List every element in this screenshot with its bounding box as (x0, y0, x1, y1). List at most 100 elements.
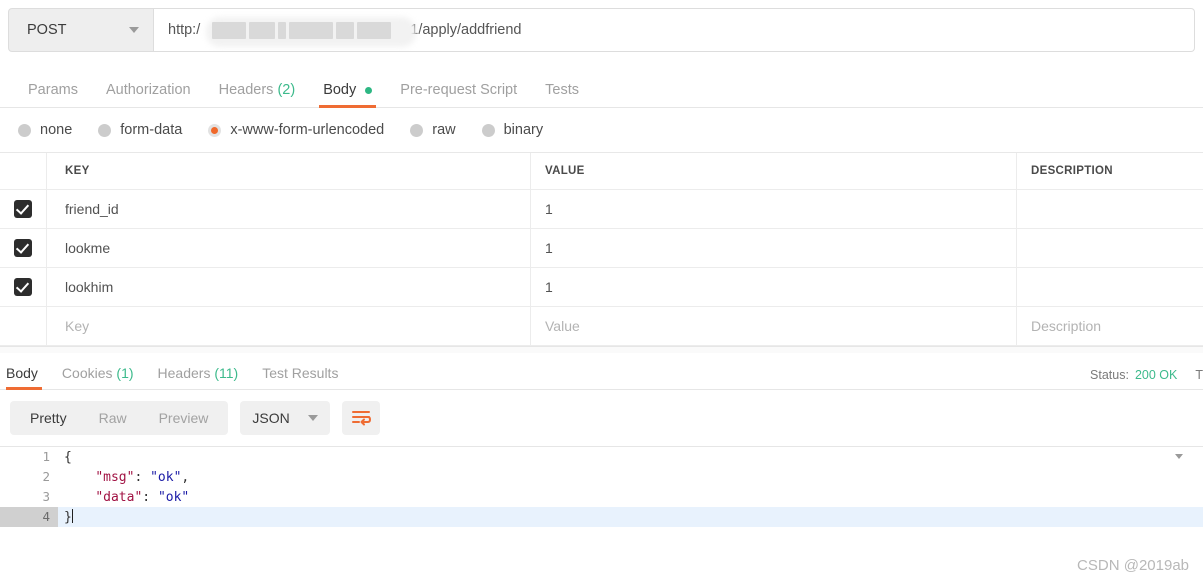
radio-form-data[interactable]: form-data (98, 122, 182, 138)
header-value-label: VALUE (545, 165, 585, 177)
tab-params[interactable]: Params (14, 82, 92, 107)
response-format-toolbar: Pretty Raw Preview JSON (0, 390, 1203, 446)
http-method-select[interactable]: POST (8, 8, 154, 52)
new-key-input[interactable]: Key (47, 307, 531, 345)
radio-raw[interactable]: raw (410, 122, 456, 138)
tab-headers[interactable]: Headers (2) (205, 82, 310, 107)
fold-toggle-icon[interactable] (1175, 454, 1183, 459)
code-line: 2 "msg": "ok", (0, 467, 1203, 487)
response-format-label: JSON (252, 410, 290, 426)
response-tab-body[interactable]: Body (0, 365, 50, 390)
header-description-cell: DESCRIPTION (1017, 153, 1203, 189)
header-value-cell: VALUE (531, 153, 1017, 189)
line-number: 1 (42, 449, 50, 464)
pane-divider[interactable] (0, 346, 1203, 353)
tab-body[interactable]: Body (309, 82, 386, 108)
radio-x-www-form-urlencoded[interactable]: x-www-form-urlencoded (208, 122, 384, 138)
row-value-cell[interactable]: 1 (531, 268, 1017, 306)
response-body-code[interactable]: 1 { 2 "msg": "ok", 3 "data": "ok" 4 } (0, 446, 1203, 555)
code-line: 3 "data": "ok" (0, 487, 1203, 507)
response-tab-cookies[interactable]: Cookies (1) (50, 365, 146, 389)
response-tabs: Body Cookies (1) Headers (11) Test Resul… (0, 353, 1203, 390)
tab-body-label: Body (323, 82, 357, 98)
url-bar: POST http:/ 1/apply/addfriend (8, 8, 1195, 52)
row-checkbox-cell (0, 268, 47, 306)
new-key-placeholder: Key (65, 318, 90, 334)
line-number: 2 (42, 469, 50, 484)
radio-raw-icon (410, 123, 424, 137)
row-value-text: 1 (545, 279, 553, 295)
row-key-text: friend_id (65, 201, 119, 217)
code-line: 1 { (0, 447, 1203, 467)
radio-binary-icon (481, 123, 495, 137)
body-params-table: KEY VALUE DESCRIPTION friend_id 1 lookme (0, 152, 1203, 346)
word-wrap-icon (352, 411, 372, 426)
radio-raw-label: raw (432, 122, 456, 138)
row-checkbox-checked-icon[interactable] (14, 278, 32, 296)
header-key-cell: KEY (47, 153, 531, 189)
response-tab-body-label: Body (6, 365, 38, 381)
response-tab-cookies-label: Cookies (61, 365, 113, 381)
line-number: 3 (42, 489, 50, 504)
tab-authorization-label: Authorization (105, 82, 191, 98)
view-mode-pretty[interactable]: Pretty (14, 401, 83, 435)
row-key-cell[interactable]: lookhim (47, 268, 531, 306)
code-line-text: "data": "ok" (95, 489, 190, 505)
http-method-label: POST (27, 22, 67, 38)
response-status-group: Status: 200 OK T (1090, 368, 1203, 382)
tab-headers-count: (2) (277, 82, 296, 98)
row-value-cell[interactable]: 1 (531, 190, 1017, 228)
tab-headers-label: Headers (218, 82, 274, 98)
row-key-cell[interactable]: lookme (47, 229, 531, 267)
code-line-active: 4 } (0, 507, 1203, 527)
row-checkbox-cell (0, 190, 47, 228)
row-description-cell[interactable] (1017, 268, 1203, 306)
response-tab-headers[interactable]: Headers (11) (146, 365, 251, 389)
new-value-input[interactable]: Value (531, 307, 1017, 345)
radio-form-data-label: form-data (120, 122, 183, 138)
row-value-cell[interactable]: 1 (531, 229, 1017, 267)
body-type-radio-group: none form-data x-www-form-urlencoded raw… (0, 108, 1203, 152)
row-key-cell[interactable]: friend_id (47, 190, 531, 228)
line-number: 4 (0, 507, 58, 527)
tab-tests[interactable]: Tests (531, 82, 593, 107)
time-label: T (1195, 368, 1203, 382)
view-mode-raw[interactable]: Raw (83, 401, 143, 435)
new-value-placeholder: Value (545, 318, 580, 334)
table-row: lookme 1 (0, 229, 1203, 268)
view-mode-preview[interactable]: Preview (143, 401, 225, 435)
chevron-down-icon (129, 27, 139, 33)
body-modified-dot-icon (365, 86, 373, 94)
code-line-text: } (64, 509, 73, 525)
status-label: Status: (1090, 368, 1129, 382)
radio-binary[interactable]: binary (481, 122, 543, 138)
row-key-text: lookhim (65, 279, 114, 295)
code-line-text: { (64, 449, 72, 465)
watermark: CSDN @2019ab (1077, 557, 1189, 574)
tab-params-label: Params (28, 82, 78, 98)
radio-none[interactable]: none (18, 122, 72, 138)
tab-pre-request-script[interactable]: Pre-request Script (386, 82, 531, 107)
table-row: lookhim 1 (0, 268, 1203, 307)
row-value-text: 1 (545, 201, 553, 217)
tab-tests-label: Tests (545, 82, 579, 98)
code-line-text: "msg": "ok", (95, 469, 190, 485)
word-wrap-button[interactable] (342, 401, 381, 435)
response-tab-test-results[interactable]: Test Results (250, 365, 350, 389)
row-checkbox-checked-icon[interactable] (14, 200, 32, 218)
radio-x-www-form-urlencoded-icon (208, 123, 222, 137)
response-tab-headers-label: Headers (157, 365, 211, 381)
url-input[interactable]: http:/ 1/apply/addfriend (154, 8, 1195, 52)
row-description-cell[interactable] (1017, 190, 1203, 228)
tab-authorization[interactable]: Authorization (92, 82, 205, 107)
new-description-input[interactable]: Description (1017, 307, 1203, 345)
header-key-label: KEY (65, 165, 90, 177)
row-key-text: lookme (65, 240, 111, 256)
response-tab-cookies-count: (1) (116, 365, 134, 381)
row-description-cell[interactable] (1017, 229, 1203, 267)
table-row: friend_id 1 (0, 190, 1203, 229)
row-checkbox-checked-icon[interactable] (14, 239, 32, 257)
response-format-select[interactable]: JSON (240, 401, 331, 435)
new-description-placeholder: Description (1031, 318, 1102, 334)
placeholder-checkbox-cell (0, 307, 47, 345)
